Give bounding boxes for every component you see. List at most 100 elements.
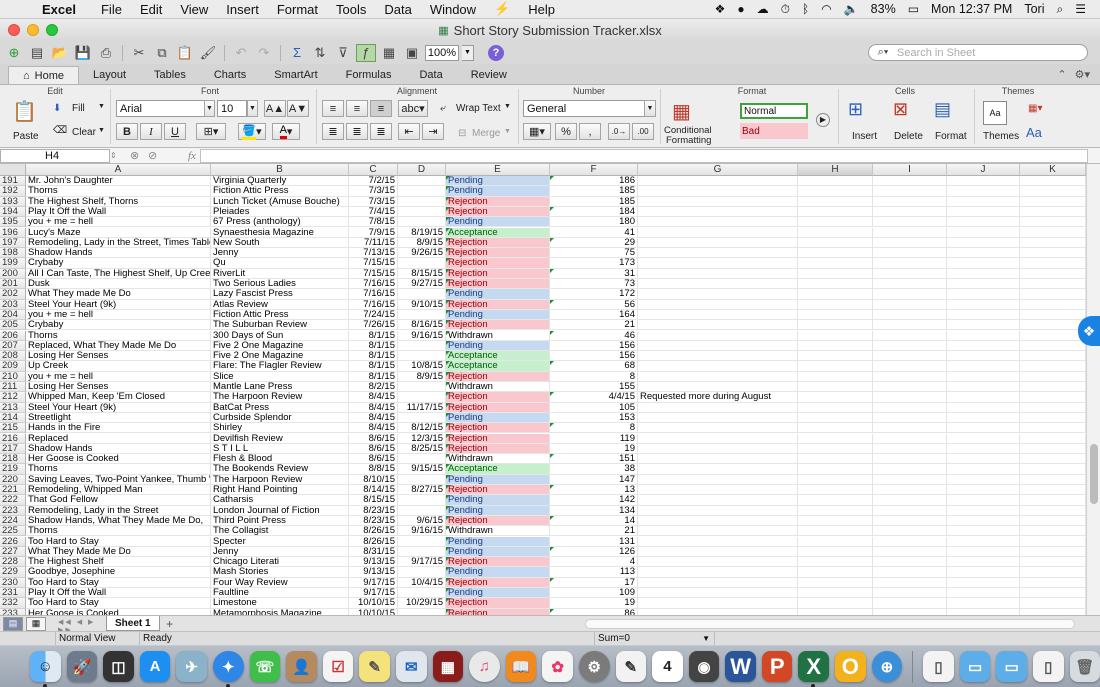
battery-icon[interactable]: ▭ (908, 2, 919, 16)
cell-h[interactable] (798, 206, 873, 218)
app-store-icon[interactable]: A (139, 651, 171, 682)
print-icon[interactable]: ⎙ (96, 44, 116, 62)
cell-k[interactable] (1020, 557, 1086, 568)
cell-f[interactable]: 21 (550, 526, 638, 537)
cell-i[interactable] (873, 433, 947, 444)
cell-d[interactable] (398, 186, 446, 197)
cell-j[interactable] (947, 474, 1020, 485)
tab-review[interactable]: Review (457, 66, 521, 84)
cell-f[interactable]: 186 (550, 176, 638, 187)
formatting-label[interactable]: Formatting (666, 135, 711, 146)
cell-c[interactable]: 8/1/15 (349, 330, 398, 341)
cell-g[interactable] (638, 557, 798, 568)
status-cell[interactable]: Acceptance (446, 227, 550, 238)
cell-j[interactable] (947, 598, 1020, 609)
new-document-icon[interactable]: ⊕ (4, 44, 24, 62)
cell-j[interactable] (947, 515, 1020, 527)
status-cell[interactable]: Withdrawn (446, 382, 550, 393)
cell-a[interactable]: Losing Her Senses (26, 382, 211, 393)
cell-g[interactable] (638, 340, 798, 352)
cell-k[interactable] (1020, 382, 1086, 393)
cell-b[interactable]: Synaesthesia Magazine (211, 227, 349, 238)
cell-h[interactable] (798, 495, 873, 506)
cell-a[interactable]: Steel Your Heart (9k) (26, 299, 211, 310)
cell-j[interactable] (947, 505, 1020, 516)
tab-smartart[interactable]: SmartArt (260, 66, 331, 84)
format-cells-icon[interactable]: ▤ (934, 99, 958, 123)
cell-j[interactable] (947, 392, 1020, 403)
cell-c[interactable]: 10/10/15 (349, 598, 398, 609)
normal-view-icon[interactable]: ▤ (3, 616, 23, 631)
cell-i[interactable] (873, 598, 947, 609)
status-cell[interactable]: Acceptance (446, 361, 550, 372)
clear-button[interactable]: Clear (72, 127, 96, 138)
zoom-window-button[interactable] (46, 24, 58, 36)
cell-g[interactable] (638, 279, 798, 290)
cell-a[interactable]: Play It Off the Wall (26, 206, 211, 218)
font-size-field[interactable]: 10 (217, 100, 247, 117)
cell-k[interactable] (1020, 320, 1086, 331)
save-icon[interactable]: 💾 (73, 44, 93, 62)
cell-k[interactable] (1020, 588, 1086, 599)
cell-i[interactable] (873, 289, 947, 300)
cell-b[interactable]: The Harpoon Review (211, 392, 349, 403)
cell-k[interactable] (1020, 505, 1086, 516)
cell-g[interactable] (638, 227, 798, 238)
cell-j[interactable] (947, 330, 1020, 341)
cell-a[interactable]: Replaced (26, 433, 211, 444)
cell-g[interactable] (638, 546, 798, 558)
menu-view[interactable]: View (171, 2, 217, 17)
cell-a[interactable]: you + me = hell (26, 309, 211, 321)
cell-f[interactable]: 173 (550, 258, 638, 269)
cell-f[interactable]: 21 (550, 320, 638, 331)
cell-g[interactable] (638, 186, 798, 197)
cell-f[interactable]: 156 (550, 340, 638, 352)
cell-b[interactable]: Faultline (211, 588, 349, 599)
status-cell[interactable]: Acceptance (446, 464, 550, 475)
cell-g[interactable] (638, 248, 798, 259)
cell-k[interactable] (1020, 227, 1086, 238)
folder-icon[interactable]: ▭ (996, 651, 1028, 682)
cell-k[interactable] (1020, 536, 1086, 547)
cell-h[interactable] (798, 268, 873, 279)
cell-f[interactable]: 185 (550, 196, 638, 207)
cell-b[interactable]: London Journal of Fiction (211, 505, 349, 516)
cell-c[interactable]: 7/8/15 (349, 217, 398, 228)
cell-i[interactable] (873, 217, 947, 228)
comma-icon[interactable]: , (579, 123, 601, 140)
fill-button[interactable]: Fill (72, 103, 85, 114)
cell-i[interactable] (873, 248, 947, 259)
cell-c[interactable]: 9/13/15 (349, 557, 398, 568)
status-cell[interactable]: Rejection (446, 598, 550, 609)
cell-g[interactable] (638, 237, 798, 249)
cell-j[interactable] (947, 320, 1020, 331)
cell-b[interactable]: Qu (211, 258, 349, 269)
cell-b[interactable]: Jenny (211, 248, 349, 259)
cell-g[interactable] (638, 289, 798, 300)
cell-k[interactable] (1020, 299, 1086, 310)
cell-c[interactable]: 8/8/15 (349, 464, 398, 475)
cell-a[interactable]: Thorns (26, 186, 211, 197)
status-cell[interactable]: Rejection (446, 443, 550, 455)
spreadsheet-grid[interactable]: ABCDEFGHIJK 191 Mr. John's Daughter Virgin… (0, 164, 1100, 615)
cell-h[interactable] (798, 526, 873, 537)
status-cell[interactable]: Rejection (446, 433, 550, 444)
cell-j[interactable] (947, 299, 1020, 310)
status-cell[interactable]: Rejection (446, 299, 550, 310)
cell-h[interactable] (798, 443, 873, 455)
cell-h[interactable] (798, 371, 873, 382)
cell-d[interactable]: 9/10/15 (398, 299, 446, 310)
cell-d[interactable] (398, 258, 446, 269)
cell-i[interactable] (873, 588, 947, 599)
cell-j[interactable] (947, 485, 1020, 496)
horizontal-scrollbar[interactable] (585, 619, 1075, 629)
cell-d[interactable] (398, 567, 446, 578)
cell-c[interactable]: 8/2/15 (349, 382, 398, 393)
cell-j[interactable] (947, 382, 1020, 393)
zoom-field[interactable]: 100% (425, 44, 459, 61)
cell-j[interactable] (947, 536, 1020, 547)
cell-h[interactable] (798, 505, 873, 516)
underline-button[interactable]: U (164, 123, 186, 140)
cell-a[interactable]: Remodeling, Lady in the Street, Times Ta… (26, 237, 211, 249)
cell-c[interactable]: 8/4/15 (349, 412, 398, 424)
